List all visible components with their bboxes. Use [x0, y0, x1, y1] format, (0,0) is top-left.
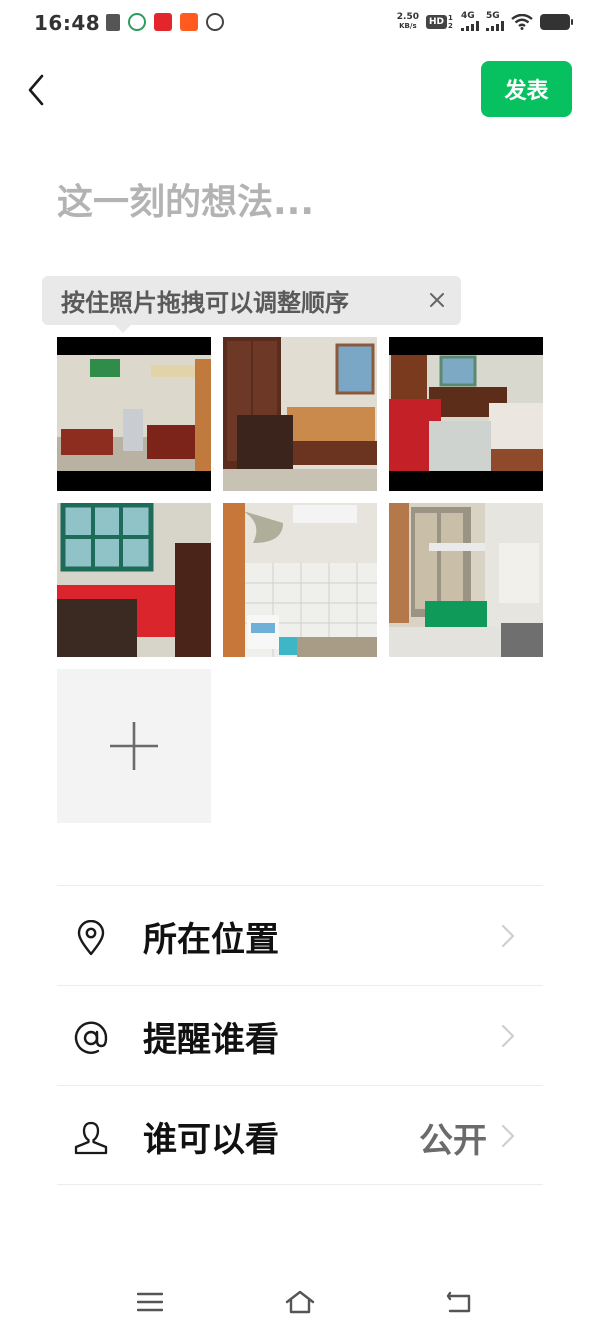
status-time: 16:48 [34, 11, 101, 35]
hd-indicator: HD 1 2 [425, 13, 454, 30]
location-pin-icon [71, 918, 111, 958]
signal-4g-label: 4G [461, 11, 475, 21]
visibility-label: 谁可以看 [143, 1120, 279, 1160]
bathroom-photo[interactable] [223, 503, 377, 657]
home-icon [285, 1290, 315, 1314]
mention-item[interactable]: 提醒谁看 [57, 985, 543, 1085]
person-icon [71, 1118, 111, 1158]
plus-icon [110, 722, 158, 770]
back-button[interactable] [20, 70, 52, 110]
visibility-item[interactable]: 谁可以看 公开 [57, 1085, 543, 1185]
battery-icon [540, 13, 573, 30]
back-nav-button[interactable] [441, 1286, 477, 1318]
signal-4g: 4G [461, 12, 479, 31]
chevron-right-icon [501, 1124, 515, 1148]
back-arrow-icon [446, 1291, 471, 1313]
signal-bars-icon [486, 21, 504, 31]
home-button[interactable] [282, 1286, 318, 1318]
notification-icons [106, 13, 224, 31]
chevron-right-icon [501, 924, 515, 948]
menu-lines-icon [137, 1292, 163, 1312]
bedroom-wardrobe-photo[interactable] [223, 337, 377, 491]
chevron-right-icon [501, 1024, 515, 1048]
recent-apps-button[interactable] [132, 1286, 168, 1318]
reorder-tooltip: 按住照片拖拽可以调整顺序 [42, 276, 461, 325]
thought-input[interactable] [57, 172, 543, 232]
hd-badge: HD [425, 14, 447, 29]
red-bed-photo[interactable] [57, 503, 211, 657]
tooltip-text: 按住照片拖拽可以调整顺序 [61, 289, 349, 317]
link-app-icon [206, 13, 224, 31]
net-speed: 2.50 KB/s [396, 11, 419, 31]
kitchen-photo[interactable] [389, 503, 543, 657]
hd-sub: 1 2 [448, 13, 453, 30]
status-bar: 16:48 2.50 KB/s HD 1 2 4G 5G [0, 0, 600, 48]
net-speed-unit: KB/s [399, 21, 417, 30]
living-room-photo[interactable] [57, 337, 211, 491]
add-photo-button[interactable] [57, 669, 211, 823]
shield-app-icon [128, 13, 146, 31]
publish-button[interactable]: 发表 [481, 61, 572, 117]
signal-5g: 5G [486, 12, 504, 31]
location-label: 所在位置 [143, 920, 279, 960]
status-right: 2.50 KB/s HD 1 2 4G 5G [396, 11, 573, 31]
menu-list: 所在位置 提醒谁看 谁可以看 公开 [57, 885, 543, 1185]
mention-label: 提醒谁看 [143, 1020, 279, 1060]
red-app-icon [154, 13, 172, 31]
net-speed-value: 2.50 [396, 11, 419, 22]
sim-icon [106, 13, 120, 31]
close-icon [430, 293, 444, 307]
at-icon [71, 1018, 111, 1058]
tooltip-arrow [114, 324, 132, 333]
signal-5g-label: 5G [486, 11, 500, 21]
tooltip-close-button[interactable] [425, 288, 449, 312]
chevron-left-icon [28, 74, 44, 106]
location-item[interactable]: 所在位置 [57, 885, 543, 985]
wifi-icon [511, 13, 533, 30]
signal-bars-icon [461, 21, 479, 31]
visibility-value: 公开 [419, 1121, 487, 1161]
system-nav-bar [0, 1272, 600, 1332]
taobao-icon [180, 13, 198, 31]
bedroom-sofa-photo[interactable] [389, 337, 543, 491]
